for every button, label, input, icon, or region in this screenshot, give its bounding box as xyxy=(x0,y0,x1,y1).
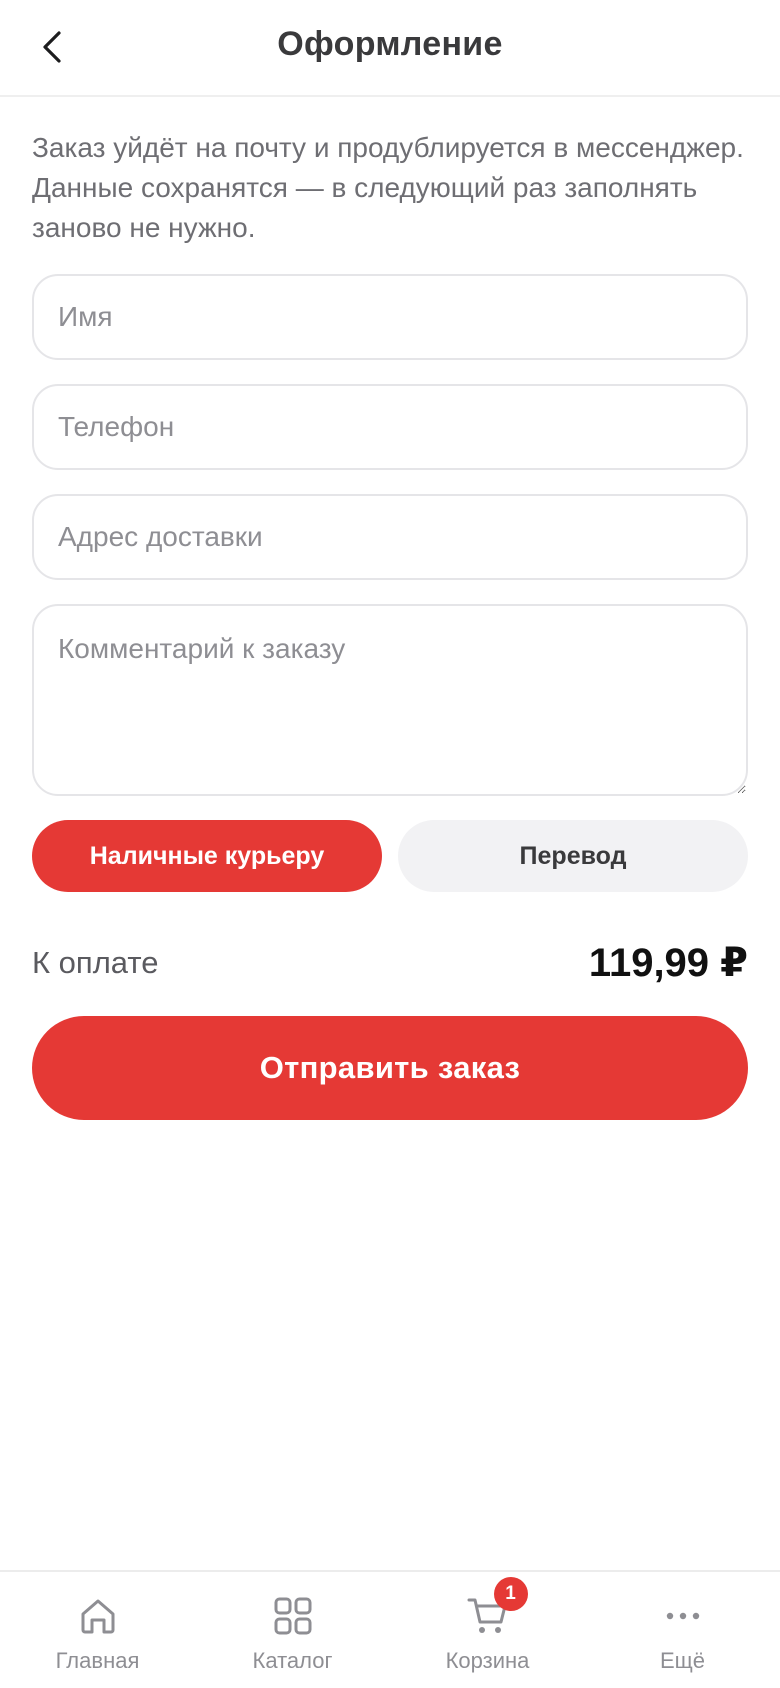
tab-cart[interactable]: 1 Корзина xyxy=(390,1572,585,1688)
chevron-left-icon xyxy=(43,31,61,63)
bottom-tab-bar: Главная Каталог 1 Корзина Ещё xyxy=(0,1570,780,1688)
tab-more-label: Ещё xyxy=(659,1648,705,1673)
name-input[interactable] xyxy=(32,274,748,360)
payment-cash-button[interactable]: Наличные курьеру xyxy=(32,820,382,892)
back-button[interactable] xyxy=(30,22,74,72)
payment-method-selector: Наличные курьеру Перевод xyxy=(32,820,748,892)
grid-icon xyxy=(269,1592,317,1640)
address-input[interactable] xyxy=(32,494,748,580)
tab-catalog[interactable]: Каталог xyxy=(195,1572,390,1688)
checkout-form: Заказ уйдёт на почту и продублируется в … xyxy=(32,128,748,1120)
cart-count-badge: 1 xyxy=(493,1577,528,1611)
more-icon xyxy=(659,1592,707,1640)
home-icon xyxy=(74,1592,122,1640)
tab-home[interactable]: Главная xyxy=(0,1572,195,1688)
tab-catalog-label: Каталог xyxy=(252,1648,333,1673)
phone-input[interactable] xyxy=(32,384,748,470)
tab-cart-label: Корзина xyxy=(445,1648,530,1673)
comment-textarea[interactable] xyxy=(32,604,748,796)
page-title: Оформление xyxy=(277,25,503,63)
total-value: 119,99 ₽ xyxy=(588,941,748,985)
tab-home-label: Главная xyxy=(55,1648,140,1673)
total-label: К оплате xyxy=(32,945,159,980)
payment-transfer-button[interactable]: Перевод xyxy=(398,820,748,892)
app-header: Оформление xyxy=(0,0,780,97)
intro-text: Заказ уйдёт на почту и продублируется в … xyxy=(32,132,744,243)
cart-icon: 1 xyxy=(464,1577,528,1640)
tab-more[interactable]: Ещё xyxy=(585,1572,780,1688)
total-row: К оплате 119,99 ₽ xyxy=(32,938,748,988)
submit-order-button[interactable]: Отправить заказ xyxy=(32,1016,748,1120)
